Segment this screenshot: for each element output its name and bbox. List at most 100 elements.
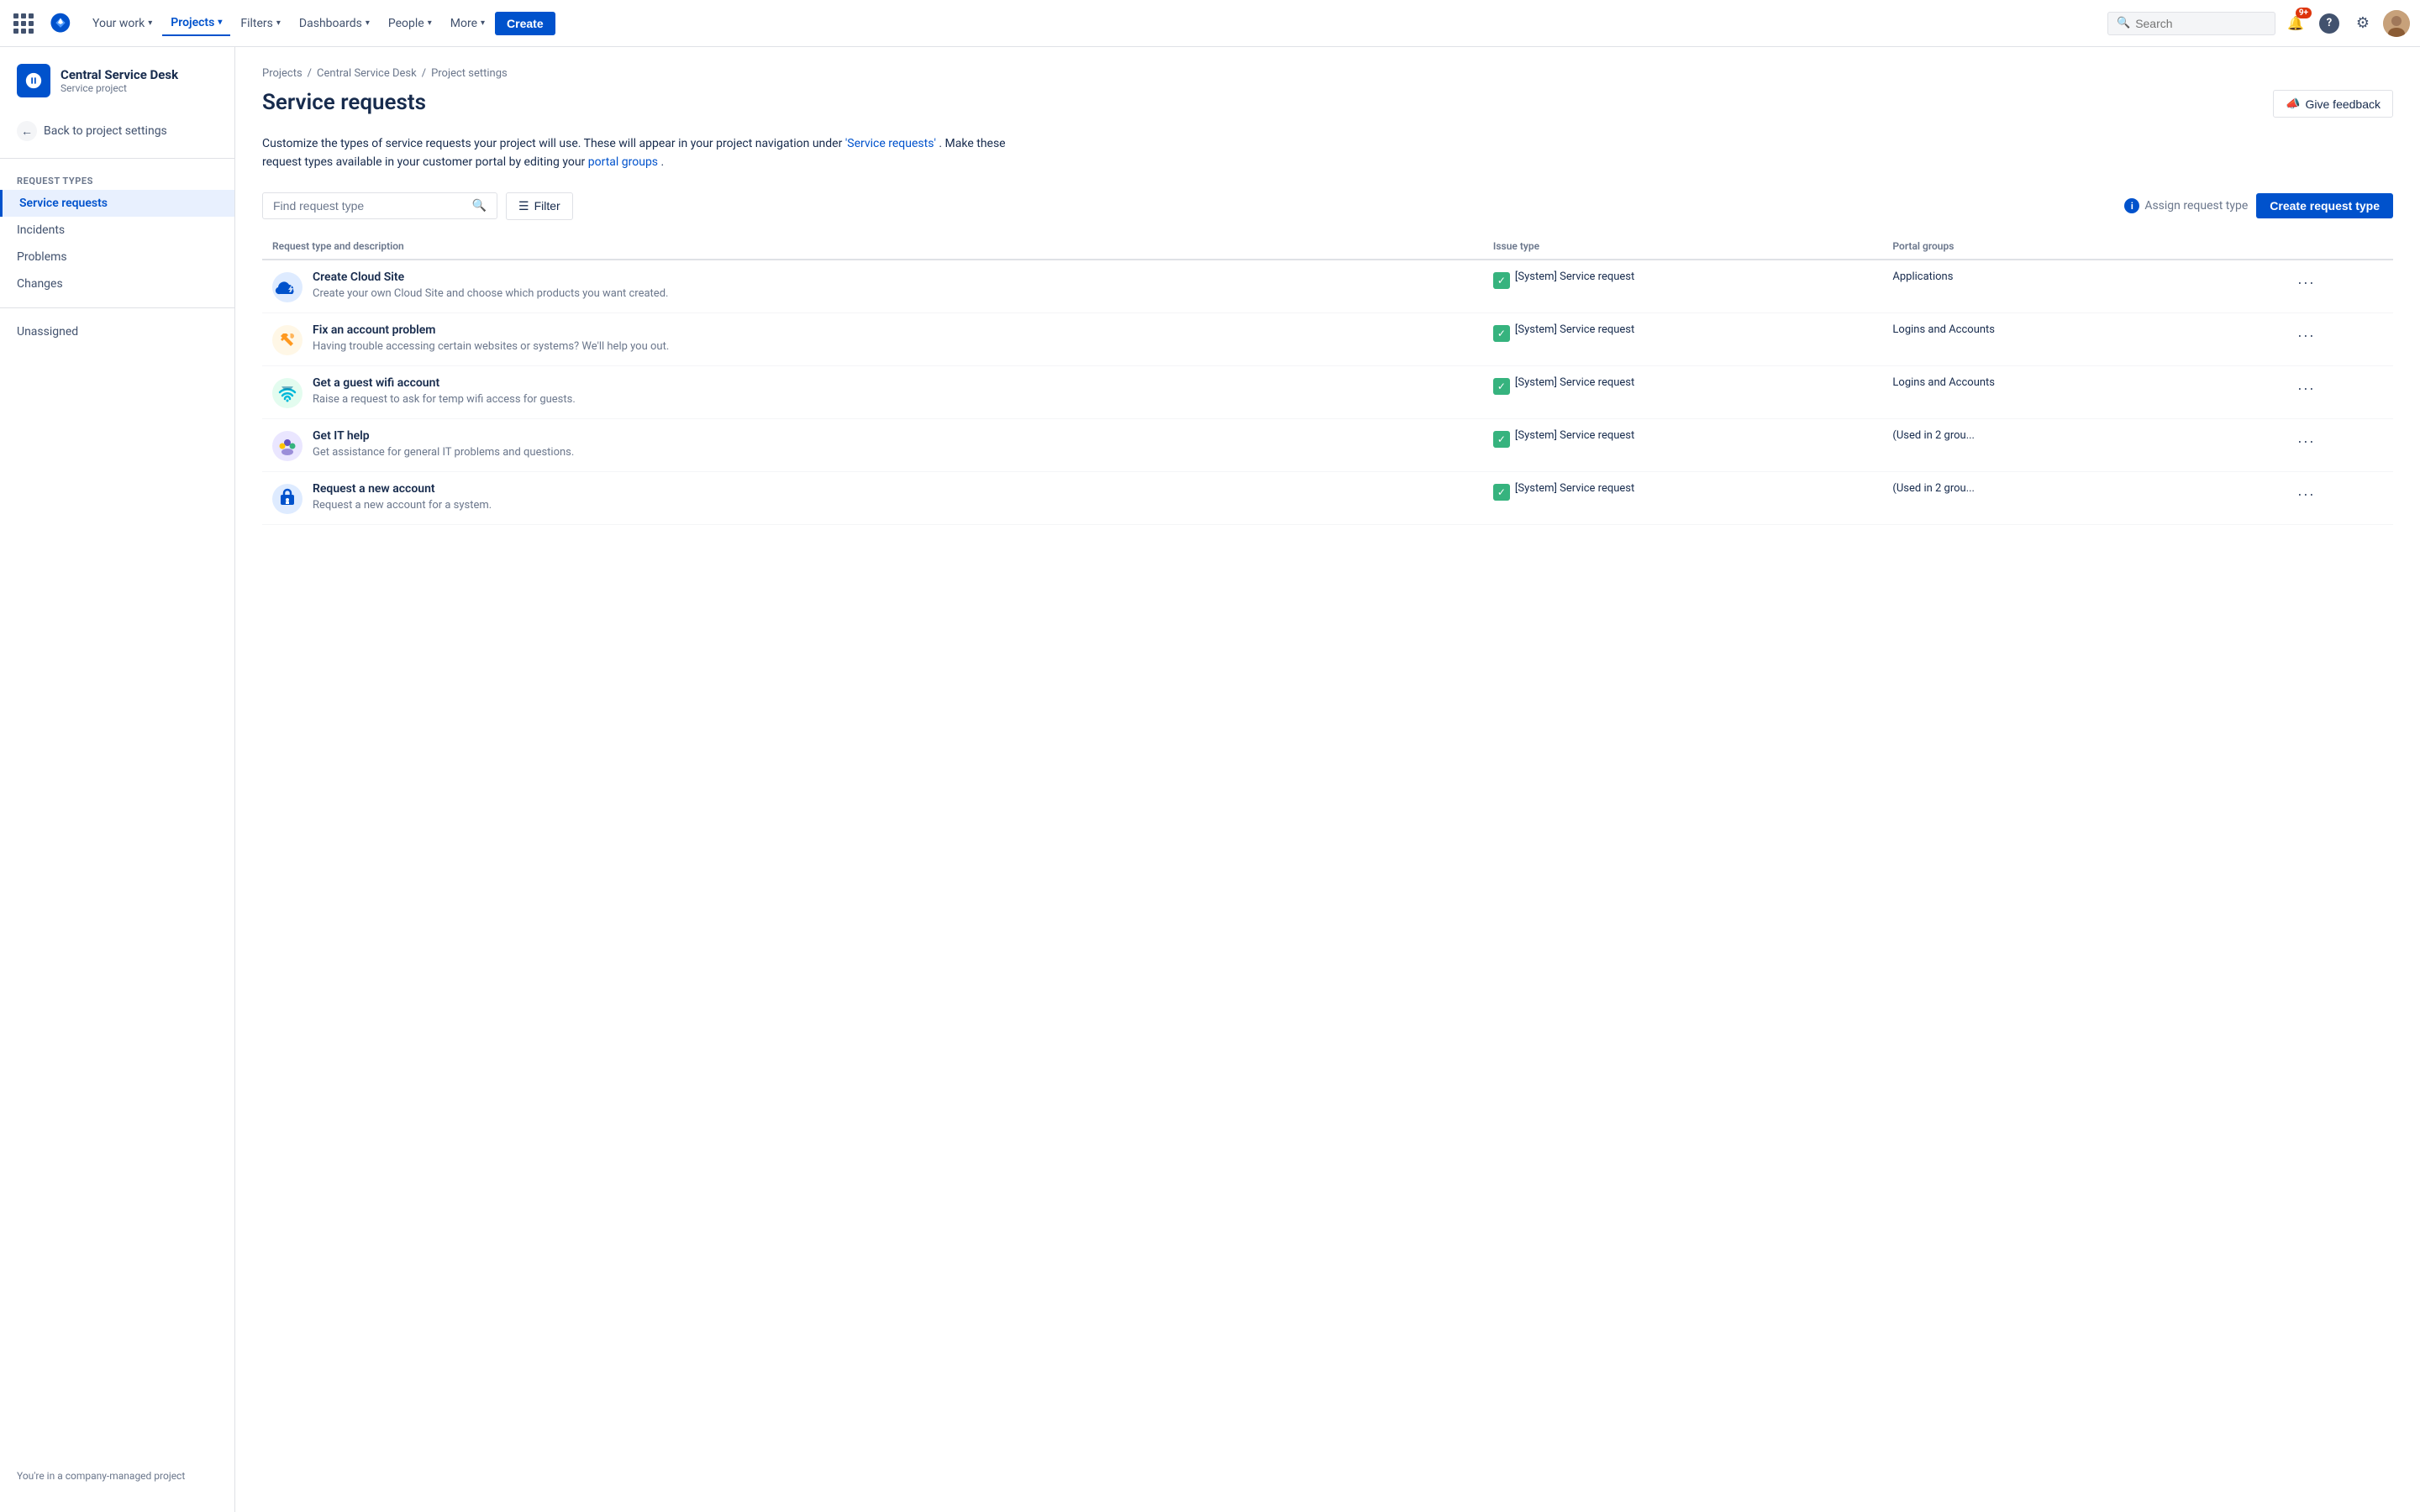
app-layout: Central Service Desk Service project ← B… [0,47,2420,1512]
project-icon [17,64,50,97]
issue-type-badge: ✓ [1493,378,1510,395]
page-description: Customize the types of service requests … [262,134,1018,172]
issue-type-text: [System] Service request [1515,270,1634,283]
request-type-cell: Create Cloud Site Create your own Cloud … [272,270,1473,302]
row-more-button[interactable]: ··· [2292,429,2320,454]
jira-logo[interactable] [47,10,74,37]
search-icon: 🔍 [472,199,487,213]
search-box[interactable]: 🔍 [2107,12,2275,35]
portal-group-text: Applications [1892,270,2271,283]
service-requests-link[interactable]: 'Service requests' [845,137,936,150]
request-type-cell: Request a new account Request a new acco… [272,482,1473,514]
request-type-name[interactable]: Fix an account problem [313,323,669,337]
nav-dashboards[interactable]: Dashboards ▾ [291,12,378,35]
issue-type-text: [System] Service request [1515,482,1634,495]
back-to-project-settings[interactable]: ← Back to project settings [0,114,234,148]
row-more-button[interactable]: ··· [2292,482,2320,507]
main-content: Projects / Central Service Desk / Projec… [235,47,2420,1512]
request-type-name[interactable]: Request a new account [313,482,492,496]
create-button[interactable]: Create [495,12,555,35]
search-icon: 🔍 [2117,17,2130,29]
request-type-description: Request a new account for a system. [313,499,492,512]
request-type-cell: Fix an account problem Having trouble ac… [272,323,1473,355]
user-avatar[interactable] [2383,10,2410,37]
sidebar-item-incidents[interactable]: Incidents [0,217,234,244]
back-icon: ← [17,121,37,141]
portal-groups-link[interactable]: portal groups [588,155,658,169]
sidebar-divider-2 [0,307,234,308]
grid-menu-icon[interactable] [10,10,37,37]
toolbar-right: i Assign request type Create request typ… [2124,193,2393,218]
search-input[interactable] [2135,17,2266,30]
chevron-down-icon: ▾ [428,18,432,28]
breadcrumb-project-settings[interactable]: Project settings [431,67,508,80]
request-type-description: Get assistance for general IT problems a… [313,446,574,459]
row-more-button[interactable]: ··· [2292,323,2320,348]
sidebar-item-changes[interactable]: Changes [0,270,234,297]
nav-projects[interactable]: Projects ▾ [162,11,230,36]
notifications-button[interactable]: 🔔 9+ [2282,10,2309,37]
table-row: Get a guest wifi account Raise a request… [262,365,2393,418]
request-type-name[interactable]: Get a guest wifi account [313,376,576,390]
issue-type-badge: ✓ [1493,272,1510,289]
request-type-description: Raise a request to ask for temp wifi acc… [313,393,576,406]
request-type-description: Create your own Cloud Site and choose wh… [313,287,668,300]
info-icon: i [2124,198,2139,213]
col-header-portal-groups: Portal groups [1882,234,2281,260]
issue-type-cell: ✓ [System] Service request [1493,376,1872,395]
create-request-type-button[interactable]: Create request type [2256,193,2393,218]
request-type-cell: Get a guest wifi account Raise a request… [272,376,1473,408]
sidebar-item-unassigned[interactable]: Unassigned [0,318,234,345]
col-header-action [2282,234,2393,260]
sidebar-project: Central Service Desk Service project [0,64,234,114]
table-row: Create Cloud Site Create your own Cloud … [262,260,2393,313]
notification-badge: 9+ [2296,8,2312,18]
issue-type-badge: ✓ [1493,431,1510,448]
portal-group-text: Logins and Accounts [1892,323,2271,336]
help-button[interactable]: ? [2316,10,2343,37]
col-header-description: Request type and description [262,234,1483,260]
request-type-name[interactable]: Get IT help [313,429,574,443]
toolbar: 🔍 ☰ Filter i Assign request type Create … [262,192,2393,220]
sidebar-item-problems[interactable]: Problems [0,244,234,270]
page-header: Service requests 📣 Give feedback [262,90,2393,118]
sidebar-divider [0,158,234,159]
request-types-section-title: REQUEST TYPES [0,169,234,190]
breadcrumb-projects[interactable]: Projects [262,67,302,80]
settings-button[interactable]: ⚙ [2349,10,2376,37]
topnav-nav: Your work ▾ Projects ▾ Filters ▾ Dashboa… [84,11,2104,36]
assign-request-type[interactable]: i Assign request type [2124,198,2248,213]
nav-filters[interactable]: Filters ▾ [232,12,289,35]
gear-icon: ⚙ [2356,14,2370,32]
table-row: Fix an account problem Having trouble ac… [262,312,2393,365]
issue-type-text: [System] Service request [1515,429,1634,442]
issue-type-badge: ✓ [1493,484,1510,501]
filter-icon: ☰ [518,199,529,213]
megaphone-icon: 📣 [2286,97,2300,111]
issue-type-cell: ✓ [System] Service request [1493,323,1872,342]
sidebar-footer: You're in a company-managed project [0,1457,234,1495]
sidebar: Central Service Desk Service project ← B… [0,47,235,1512]
filter-button[interactable]: ☰ Filter [506,192,573,220]
request-type-name[interactable]: Create Cloud Site [313,270,668,284]
breadcrumb: Projects / Central Service Desk / Projec… [262,67,2393,80]
row-more-button[interactable]: ··· [2292,376,2320,401]
portal-group-text: (Used in 2 grou... [1892,429,2271,442]
request-type-description: Having trouble accessing certain website… [313,340,669,353]
chevron-down-icon: ▾ [276,18,281,28]
nav-people[interactable]: People ▾ [380,12,440,35]
request-type-icon [272,325,302,355]
request-type-icon [272,378,302,408]
find-request-type-field[interactable]: 🔍 [262,192,497,219]
nav-more[interactable]: More ▾ [442,12,493,35]
request-type-icon [272,484,302,514]
col-header-issue-type: Issue type [1483,234,1882,260]
breadcrumb-central-service-desk[interactable]: Central Service Desk [317,67,417,80]
project-type: Service project [60,82,178,94]
find-request-type-input[interactable] [273,199,466,213]
row-more-button[interactable]: ··· [2292,270,2320,295]
request-type-icon [272,272,302,302]
give-feedback-button[interactable]: 📣 Give feedback [2273,90,2393,118]
sidebar-item-service-requests[interactable]: Service requests [0,190,234,217]
nav-your-work[interactable]: Your work ▾ [84,12,160,35]
